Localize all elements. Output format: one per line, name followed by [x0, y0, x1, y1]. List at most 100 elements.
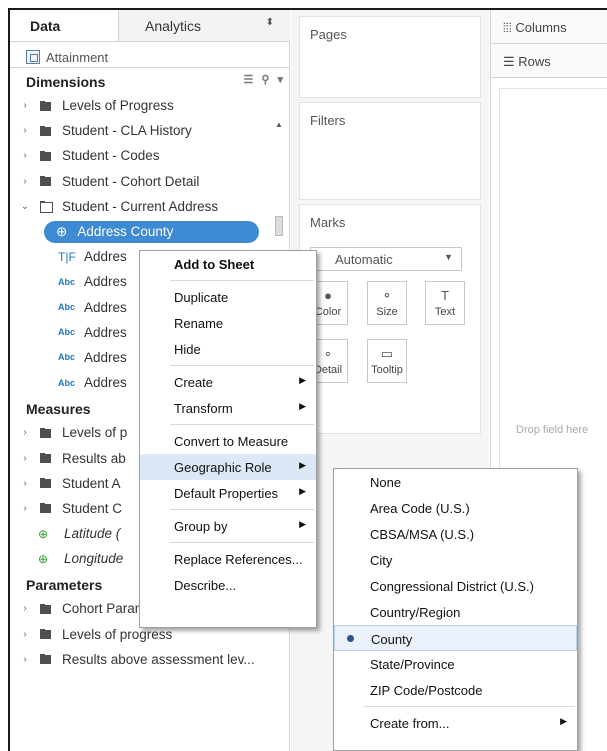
dimensions-header: Dimensions ☰ ⚲ ▾: [10, 68, 289, 93]
folder-row[interactable]: › Student - Codes: [10, 143, 289, 168]
chevron-right-icon[interactable]: ›: [18, 654, 32, 665]
filters-label: Filters: [310, 113, 346, 128]
field-label: Addres: [84, 274, 127, 290]
search-icon[interactable]: ⚲: [261, 73, 269, 86]
rows-shelf[interactable]: ☰ Rows: [491, 44, 607, 78]
field-row-selected[interactable]: ⊕ Address County: [10, 219, 289, 244]
folder-label: Levels of p: [62, 425, 128, 441]
menu-replace-references[interactable]: Replace References...: [140, 546, 316, 572]
measures-title: Measures: [26, 401, 91, 418]
columns-shelf[interactable]: ⦙⦙⦙ Columns: [491, 10, 607, 44]
tab-analytics[interactable]: Analytics ⬍: [118, 10, 290, 41]
view-toggle-icon[interactable]: ☰: [244, 73, 254, 86]
chevron-right-icon[interactable]: ›: [18, 427, 32, 438]
selected-field-pill[interactable]: ⊕ Address County: [44, 220, 259, 243]
folder-row-expanded[interactable]: ⌄ Student - Current Address: [10, 194, 289, 219]
datasource-icon: [26, 50, 40, 64]
folder-icon: [40, 654, 52, 665]
chevron-right-icon[interactable]: ›: [18, 629, 32, 640]
folder-row[interactable]: › Student - Cohort Detail: [10, 169, 289, 194]
field-label: Addres: [84, 299, 127, 315]
datasource-row[interactable]: Attainment: [10, 42, 289, 68]
chevron-right-icon[interactable]: ›: [18, 125, 32, 136]
menu-duplicate[interactable]: Duplicate: [140, 284, 316, 310]
folder-label: Student C: [62, 500, 123, 516]
chevron-right-icon[interactable]: ›: [18, 503, 32, 514]
menu-default-properties[interactable]: Default Properties ▶: [140, 480, 316, 506]
pages-shelf[interactable]: Pages: [299, 16, 481, 98]
geo-role-congressional-district[interactable]: Congressional District (U.S.): [334, 573, 577, 599]
size-icon: ⚬: [381, 288, 393, 303]
abc-icon: Abc: [58, 302, 76, 313]
menu-default-properties-label: Default Properties: [174, 486, 279, 501]
geo-role-county-label: County: [371, 632, 413, 647]
menu-hide[interactable]: Hide: [140, 336, 316, 362]
rows-label: Rows: [518, 54, 551, 69]
geo-role-area-code[interactable]: Area Code (U.S.): [334, 495, 577, 521]
tooltip-button[interactable]: ▭ Tooltip: [367, 339, 407, 383]
geo-role-zip-code[interactable]: ZIP Code/Postcode: [334, 677, 577, 703]
field-label: Longitude: [64, 551, 124, 567]
chevron-right-icon[interactable]: ›: [18, 603, 32, 614]
tab-toggle-icon[interactable]: ⬍: [266, 17, 274, 28]
folder-icon: [40, 503, 52, 514]
folder-row[interactable]: › Results above assessment lev...: [10, 647, 289, 672]
chevron-right-icon[interactable]: ›: [18, 478, 32, 489]
filters-shelf[interactable]: Filters: [299, 102, 481, 200]
menu-convert-to-measure[interactable]: Convert to Measure: [140, 428, 316, 454]
menu-transform[interactable]: Transform ▶: [140, 395, 316, 421]
mark-type-value: Automatic: [335, 252, 393, 267]
geo-role-cbsa-msa[interactable]: CBSA/MSA (U.S.): [334, 521, 577, 547]
pages-label: Pages: [310, 27, 347, 42]
folder-label: Student - Current Address: [62, 198, 219, 214]
dimensions-tools: ☰ ⚲ ▾: [244, 73, 283, 86]
chevron-right-icon[interactable]: ›: [18, 176, 32, 187]
menu-group-by[interactable]: Group by ▶: [140, 513, 316, 539]
folder-label: Student - CLA History: [62, 123, 192, 139]
menu-separator: [170, 280, 314, 281]
field-label: Addres: [84, 249, 127, 265]
dropdown-arrow-icon: ▼: [444, 252, 453, 262]
menu-separator: [170, 509, 314, 510]
folder-icon: [40, 150, 52, 161]
scroll-thumb[interactable]: [275, 216, 283, 236]
chevron-right-icon[interactable]: ›: [18, 100, 32, 111]
folder-label: Student - Cohort Detail: [62, 173, 200, 189]
menu-separator: [170, 542, 314, 543]
folder-label: Results above assessment lev...: [62, 651, 255, 667]
geo-role-city[interactable]: City: [334, 547, 577, 573]
menu-rename[interactable]: Rename: [140, 310, 316, 336]
color-label: Color: [314, 306, 342, 318]
tab-data[interactable]: Data: [10, 10, 118, 41]
chevron-right-icon[interactable]: ›: [18, 453, 32, 464]
folder-label: Student A: [62, 475, 121, 491]
folder-row[interactable]: › Levels of Progress: [10, 93, 289, 118]
menu-dropdown-icon[interactable]: ▾: [277, 73, 283, 86]
tab-analytics-label: Analytics: [145, 18, 202, 34]
menu-describe[interactable]: Describe...: [140, 572, 316, 598]
menu-create[interactable]: Create ▶: [140, 369, 316, 395]
menu-add-to-sheet[interactable]: Add to Sheet: [140, 251, 316, 277]
geographic-role-submenu: None Area Code (U.S.) CBSA/MSA (U.S.) Ci…: [333, 468, 578, 751]
folder-icon: [40, 176, 52, 187]
submenu-arrow-icon: ▶: [299, 460, 306, 470]
geo-role-create-from[interactable]: Create from... ▶: [334, 710, 577, 736]
field-label: Addres: [84, 349, 127, 365]
mark-type-dropdown[interactable]: Automatic ▼: [310, 247, 462, 271]
folder-icon: [40, 125, 52, 136]
geo-role-country-region[interactable]: Country/Region: [334, 599, 577, 625]
chevron-down-icon[interactable]: ⌄: [18, 201, 32, 212]
geo-role-state-province[interactable]: State/Province: [334, 651, 577, 677]
menu-separator: [170, 365, 314, 366]
geo-icon: ⊕: [38, 551, 49, 566]
size-button[interactable]: ⚬ Size: [367, 281, 407, 325]
menu-geographic-role[interactable]: Geographic Role ▶: [140, 454, 316, 480]
geo-role-county[interactable]: County: [334, 625, 577, 651]
geo-role-none[interactable]: None: [334, 469, 577, 495]
text-button[interactable]: T Text: [425, 281, 465, 325]
columns-label: Columns: [515, 20, 567, 35]
field-label: Addres: [84, 375, 127, 391]
folder-row[interactable]: › Student - CLA History: [10, 118, 289, 143]
chevron-right-icon[interactable]: ›: [18, 150, 32, 161]
scroll-up-icon[interactable]: ▲: [272, 120, 286, 129]
